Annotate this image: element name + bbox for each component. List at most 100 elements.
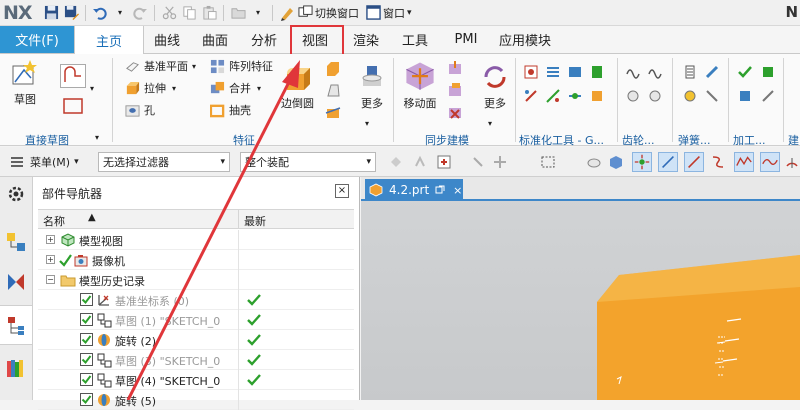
pattern-feature-button[interactable]: 阵列特征 [210, 58, 273, 74]
std-tool-icon-5[interactable] [523, 88, 539, 104]
open-recent-dropdown[interactable]: ▾ [249, 4, 267, 22]
std-tool-icon-3[interactable] [567, 64, 583, 80]
document-tab[interactable]: 4.2.prt × [365, 179, 463, 201]
open-recent-button[interactable] [229, 4, 247, 22]
lasso-select-icon[interactable] [540, 154, 556, 170]
redo-button[interactable] [131, 4, 149, 22]
expand-icon[interactable]: + [46, 255, 55, 264]
column-header-name[interactable]: 名称 [43, 213, 65, 229]
part-navigator-tab[interactable] [0, 305, 32, 345]
sketch-button[interactable]: 草图 [10, 58, 40, 107]
gear-tool-icon-4[interactable] [647, 88, 663, 104]
visibility-checkbox[interactable] [80, 313, 93, 326]
cut-button[interactable] [160, 4, 178, 22]
undo-dropdown[interactable]: ▾ [111, 4, 129, 22]
tab-render[interactable]: 渲染 [342, 26, 390, 53]
save-button[interactable] [42, 4, 60, 22]
save-as-button[interactable] [62, 4, 80, 22]
tab-file[interactable]: 文件(F) [0, 26, 74, 53]
column-divider[interactable] [238, 210, 239, 229]
touch-mode-button[interactable] [278, 4, 296, 22]
snap-icon-4[interactable] [492, 154, 508, 170]
visibility-checkbox[interactable] [80, 333, 93, 346]
tab-tools[interactable]: 工具 [390, 26, 440, 53]
line-snap-icon[interactable] [658, 152, 678, 172]
feature-more-button[interactable]: 更多 [357, 62, 387, 111]
std-tool-icon-1[interactable] [523, 64, 539, 80]
snap-icon-2[interactable] [412, 154, 428, 170]
rectangle-icon[interactable] [60, 94, 86, 118]
machining-tool-icon-2[interactable] [760, 64, 776, 80]
type-filter-dropdown[interactable]: 无选择过滤器 ▾ [98, 152, 230, 172]
tree-row-cameras[interactable]: + 摄像机 [38, 250, 354, 270]
menu-button[interactable]: 菜单(M) ▾ [10, 154, 79, 170]
restore-window-icon[interactable] [435, 185, 445, 195]
machining-tool-icon-1[interactable] [737, 64, 753, 80]
undo-button[interactable] [91, 4, 109, 22]
edge-blend-button[interactable]: 边倒圆 [281, 62, 314, 111]
unite-button[interactable]: 合并 ▾ [210, 80, 261, 96]
sync-more-button[interactable]: 更多 [480, 62, 510, 111]
std-tool-icon-7[interactable] [567, 88, 583, 104]
gear-tool-icon-2[interactable] [647, 64, 663, 80]
point-snap-icon[interactable] [632, 152, 652, 172]
tree-row-revolve-2[interactable]: 旋转 (2) [38, 330, 354, 350]
close-icon[interactable]: × [335, 184, 349, 198]
arc-snap-icon[interactable] [784, 154, 800, 170]
curve-snap-icon[interactable] [710, 154, 726, 170]
constraint-navigator-icon[interactable] [5, 271, 27, 293]
chamfer-icon[interactable] [325, 60, 341, 76]
tab-analysis[interactable]: 分析 [240, 26, 288, 53]
solid-select-icon[interactable] [608, 154, 624, 170]
std-tool-icon-4[interactable] [589, 64, 605, 80]
copy-button[interactable] [180, 4, 198, 22]
graphics-window[interactable]: 4.2.prt × [361, 177, 800, 400]
tree-row-datum-csys[interactable]: 基准坐标系 (0) [38, 290, 354, 310]
shell-button[interactable]: 抽壳 [210, 102, 251, 118]
snap-icon-1[interactable] [388, 154, 404, 170]
tab-surface[interactable]: 曲面 [190, 26, 240, 53]
tab-pmi[interactable]: PMI [440, 26, 492, 53]
close-icon[interactable]: × [453, 184, 462, 197]
snap-icon-3[interactable] [470, 154, 486, 170]
std-tool-icon-6[interactable] [545, 88, 561, 104]
datum-plane-button[interactable]: 基准平面 ▾ [125, 58, 196, 74]
tree-row-model-history[interactable]: − 模型历史记录 [38, 270, 354, 290]
move-face-button[interactable]: 移动面 [403, 58, 437, 111]
visibility-checkbox[interactable] [80, 353, 93, 366]
spring-tool-icon-4[interactable] [704, 88, 720, 104]
profile-icon[interactable] [60, 64, 86, 88]
delete-face-icon[interactable] [447, 104, 463, 120]
tab-home[interactable]: 主页 [74, 26, 144, 54]
tree-row-model-views[interactable]: + 模型视图 [38, 230, 354, 250]
body-select-icon[interactable] [586, 154, 602, 170]
extrude-button[interactable]: 拉伸 ▾ [125, 80, 176, 96]
feature-more-dropdown[interactable]: ▾ [365, 119, 381, 135]
std-tool-icon-2[interactable] [545, 64, 561, 80]
gear-tool-icon-1[interactable] [625, 64, 641, 80]
gear-tool-icon-3[interactable] [625, 88, 641, 104]
switch-window-button[interactable]: 切换窗口 [298, 4, 359, 22]
spring-tool-icon-3[interactable] [682, 88, 698, 104]
pull-face-icon[interactable] [447, 60, 463, 76]
hole-button[interactable]: 孔 [125, 102, 155, 118]
draft-icon[interactable] [325, 82, 341, 98]
tab-curve[interactable]: 曲线 [144, 26, 190, 53]
offset-region-icon[interactable] [447, 82, 463, 98]
edge-snap-icon[interactable] [684, 152, 704, 172]
select-mode-icon[interactable] [436, 154, 452, 170]
spring-tool-icon-2[interactable] [704, 64, 720, 80]
column-header-latest[interactable]: 最新 [244, 213, 266, 229]
assembly-navigator-icon[interactable] [5, 231, 27, 253]
machining-tool-icon-3[interactable] [737, 88, 753, 104]
sort-ascending-icon[interactable]: ▲ [88, 212, 96, 223]
paste-button[interactable] [200, 4, 218, 22]
trim-body-icon[interactable] [325, 104, 341, 120]
sketch-more-dropdown[interactable]: ▾ [90, 84, 106, 100]
tree-row-sketch-4[interactable]: 草图 (4) "SKETCH_0 [38, 370, 354, 390]
machining-tool-icon-4[interactable] [760, 88, 776, 104]
selection-scope-dropdown[interactable]: 整个装配 ▾ [240, 152, 376, 172]
reuse-library-icon[interactable] [5, 357, 27, 379]
window-menu-button[interactable]: 窗口 ▾ [366, 4, 412, 22]
gear-icon[interactable] [5, 183, 27, 205]
